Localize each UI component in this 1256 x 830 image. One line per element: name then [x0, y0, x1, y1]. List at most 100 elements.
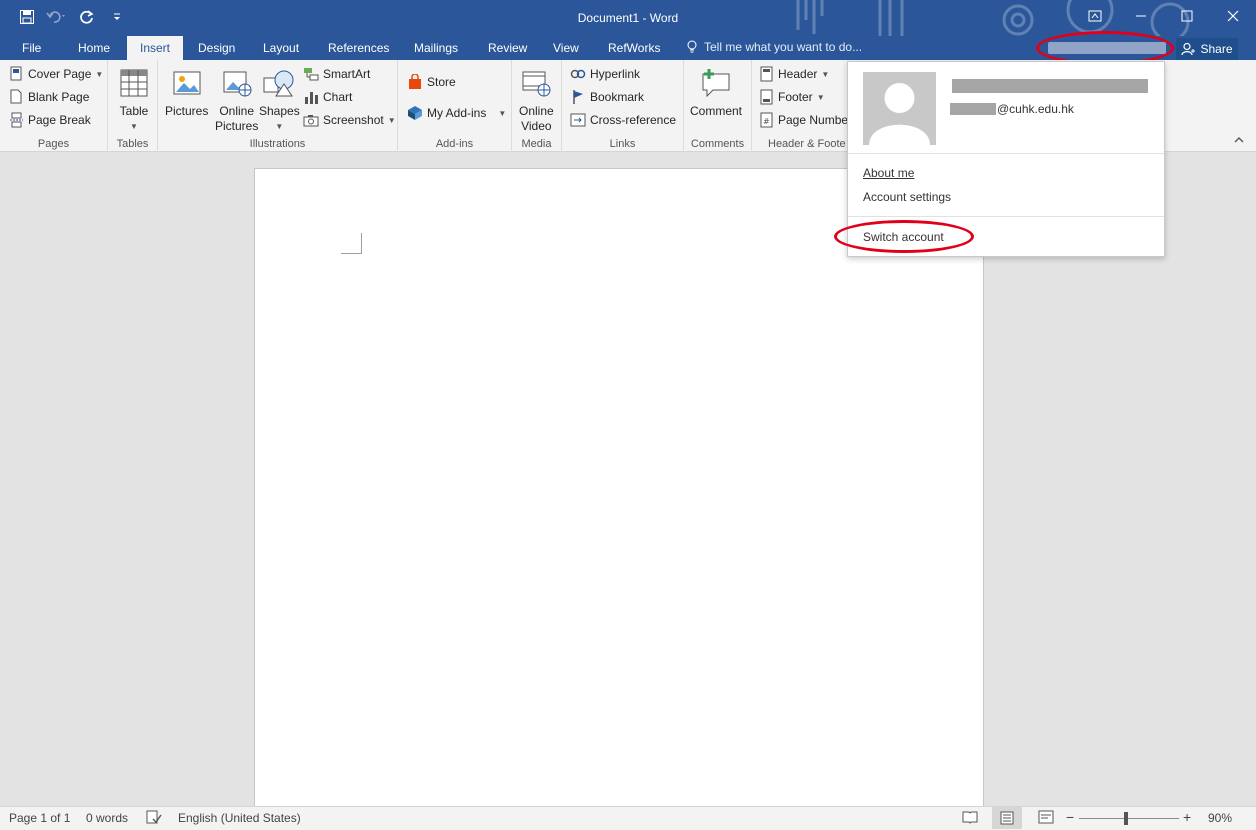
zoom-level[interactable]: 90%: [1208, 811, 1232, 825]
zoom-out-button[interactable]: −: [1066, 809, 1074, 825]
media-group: Online Video Media: [512, 60, 562, 152]
hyperlink-label: Hyperlink: [590, 67, 641, 81]
zoom-in-button[interactable]: +: [1183, 809, 1191, 825]
my-addins-button[interactable]: My Add-ins ▼: [407, 103, 506, 123]
header-footer-group-label: Header & Foote: [768, 138, 846, 150]
store-button[interactable]: Store: [407, 72, 456, 92]
table-dropdown-icon: ▼: [130, 122, 138, 131]
window-controls: [1072, 0, 1256, 32]
smartart-icon: [304, 68, 319, 81]
bookmark-label: Bookmark: [590, 90, 645, 104]
proofing-icon: [146, 810, 162, 824]
pages-group: Cover Page ▼ Blank Page Page Break Pages: [0, 60, 108, 152]
blank-page-label: Blank Page: [28, 90, 90, 104]
blank-page-button[interactable]: Blank Page: [10, 87, 89, 107]
comments-group-label: Comments: [690, 138, 745, 150]
chevron-up-icon: [1234, 137, 1244, 143]
title-bar: Document1 - Word: [0, 0, 1256, 36]
my-addins-label: My Add-ins: [427, 106, 487, 120]
smartart-button[interactable]: SmartArt: [303, 64, 370, 84]
addins-group: Store My Add-ins ▼ Add-ins: [398, 60, 512, 152]
page-count[interactable]: Page 1 of 1: [9, 811, 70, 825]
account-name-redacted: [952, 79, 1148, 93]
account-settings-item[interactable]: Account settings: [863, 190, 951, 204]
maximize-button[interactable]: [1164, 0, 1210, 32]
minimize-icon: [1136, 15, 1146, 17]
bookmark-button[interactable]: Bookmark: [570, 87, 644, 107]
tab-review[interactable]: Review: [478, 36, 537, 60]
user-account-name[interactable]: [1048, 42, 1166, 54]
account-menu: @cuhk.edu.hk About me Account settings S…: [847, 61, 1165, 257]
cross-reference-label: Cross-reference: [590, 113, 677, 127]
word-count[interactable]: 0 words: [86, 811, 128, 825]
web-layout-button[interactable]: [1038, 810, 1054, 827]
online-pictures-button[interactable]: Online Pictures: [215, 66, 258, 134]
ribbon-display-options-button[interactable]: [1072, 0, 1118, 32]
menu-divider: [848, 216, 1164, 217]
cross-reference-button[interactable]: Cross-reference: [570, 110, 676, 130]
chart-button[interactable]: Chart: [303, 87, 352, 107]
pages-group-label: Pages: [37, 138, 70, 150]
blank-page-icon: [10, 89, 22, 104]
pictures-button[interactable]: Pictures: [165, 66, 208, 119]
header-button[interactable]: Header ▼: [760, 64, 829, 84]
page-number-button[interactable]: # Page Numbe: [760, 110, 848, 130]
tell-me-placeholder: Tell me what you want to do...: [704, 40, 863, 54]
online-video-label-2: Video: [521, 119, 552, 133]
page-number-icon: #: [760, 112, 773, 128]
comment-label: Comment: [690, 104, 743, 118]
cover-page-button[interactable]: Cover Page ▼: [10, 64, 103, 84]
switch-account-item[interactable]: Switch account: [863, 230, 944, 244]
online-video-button[interactable]: Online Video: [519, 66, 554, 134]
tell-me-search[interactable]: Tell me what you want to do...: [686, 40, 862, 54]
tab-file[interactable]: File: [12, 36, 51, 60]
about-me-link[interactable]: About me: [863, 166, 914, 180]
screenshot-button[interactable]: Screenshot ▼: [303, 110, 396, 130]
cover-page-label: Cover Page: [28, 67, 92, 81]
hyperlink-button[interactable]: Hyperlink: [570, 64, 640, 84]
zoom-slider-thumb[interactable]: [1124, 812, 1128, 825]
print-layout-icon: [1000, 811, 1014, 825]
table-icon: [120, 69, 148, 97]
tab-home[interactable]: Home: [68, 36, 120, 60]
addins-group-label: Add-ins: [435, 138, 474, 150]
comment-button[interactable]: Comment: [690, 66, 742, 119]
online-pictures-label-1: Online: [219, 104, 255, 118]
shapes-icon: [263, 70, 294, 97]
chart-label: Chart: [323, 90, 353, 104]
header-label: Header: [778, 67, 818, 81]
shapes-button[interactable]: Shapes ▼: [259, 66, 300, 134]
addins-icon: [408, 106, 422, 120]
close-button[interactable]: [1210, 0, 1256, 32]
footer-icon: [760, 89, 773, 105]
shapes-label: Shapes: [259, 104, 300, 118]
tab-refworks[interactable]: RefWorks: [598, 36, 670, 60]
tables-group-label: Tables: [116, 138, 149, 150]
tab-design[interactable]: Design: [188, 36, 245, 60]
chart-icon: [305, 92, 318, 104]
web-layout-icon: [1038, 810, 1054, 824]
pictures-label: Pictures: [165, 104, 209, 118]
proofing-button[interactable]: [146, 810, 162, 827]
tab-mailings[interactable]: Mailings: [404, 36, 468, 60]
read-mode-button[interactable]: [962, 810, 978, 827]
minimize-button[interactable]: [1118, 0, 1164, 32]
tables-group: Table ▼ Tables: [108, 60, 158, 152]
language-indicator[interactable]: English (United States): [178, 811, 301, 825]
store-label: Store: [427, 75, 456, 89]
menu-divider: [848, 153, 1164, 154]
page-break-button[interactable]: Page Break: [10, 110, 91, 130]
tab-layout[interactable]: Layout: [253, 36, 309, 60]
share-button[interactable]: Share: [1176, 38, 1238, 60]
document-page[interactable]: [254, 168, 984, 808]
tab-insert[interactable]: Insert: [127, 36, 183, 60]
print-layout-button[interactable]: [992, 807, 1022, 829]
zoom-slider[interactable]: [1079, 818, 1179, 819]
tab-view[interactable]: View: [543, 36, 589, 60]
collapse-ribbon-button[interactable]: [1234, 136, 1244, 147]
tab-references[interactable]: References: [318, 36, 399, 60]
ribbon-tab-row: File Home Insert Design Layout Reference…: [0, 36, 1256, 60]
table-button[interactable]: Table ▼: [117, 66, 151, 134]
footer-button[interactable]: Footer ▼: [760, 87, 825, 107]
page-break-label: Page Break: [28, 113, 91, 127]
